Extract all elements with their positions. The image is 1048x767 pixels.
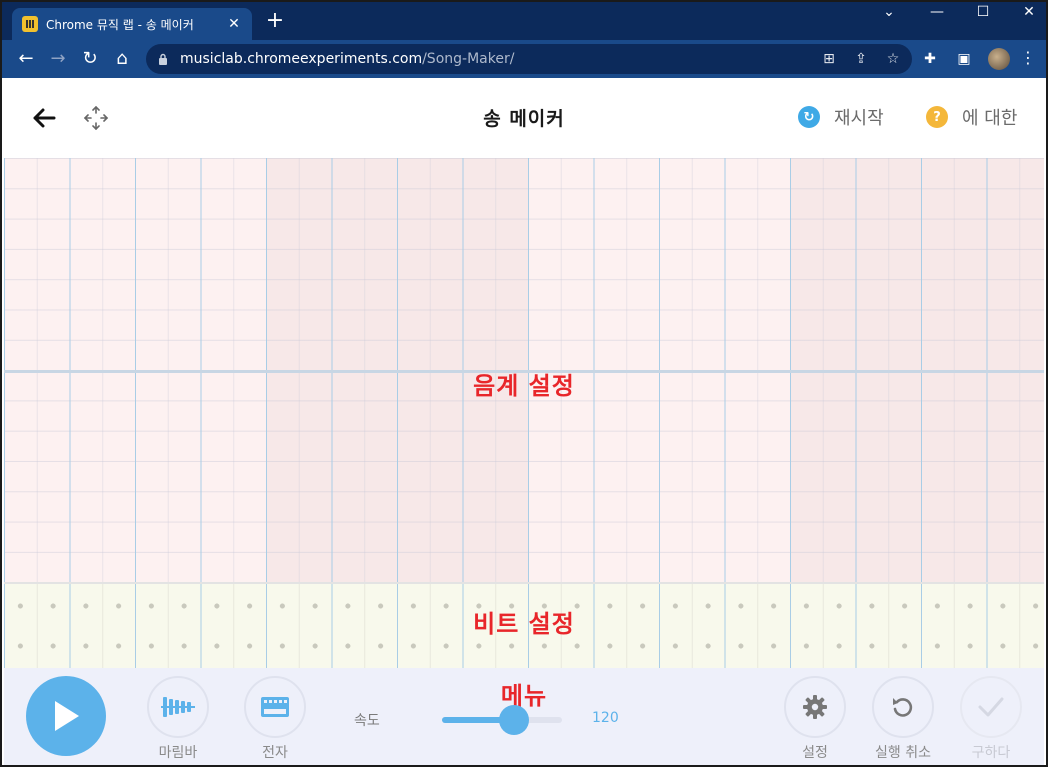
rhythm-grid[interactable]: 비트 설정 [4, 582, 1044, 668]
page-title: 송 메이커 [483, 108, 565, 130]
music-lab-favicon-icon [22, 16, 38, 32]
app-header: 송 메이커 ↻ 재시작 ? 에 대한 [2, 78, 1046, 158]
marimba-button[interactable] [147, 676, 209, 738]
rhythm-annotation: 비트 설정 [473, 610, 575, 638]
new-tab-icon[interactable]: + [264, 10, 286, 32]
browser-tab[interactable]: Chrome 뮤직 랩 - 송 메이커 ✕ [12, 8, 252, 40]
save-label: 구하다 [971, 745, 1011, 761]
play-icon [55, 701, 79, 731]
electronic-button[interactable] [244, 676, 306, 738]
profile-avatar[interactable] [988, 48, 1010, 70]
check-icon [978, 697, 1004, 717]
refresh-icon: ↻ [798, 106, 820, 128]
electronic-label: 전자 [262, 745, 288, 761]
browser-menu-icon[interactable]: ⋮ [1020, 48, 1036, 68]
undo-button[interactable] [872, 676, 934, 738]
slider-thumb[interactable] [499, 705, 529, 735]
tab-close-icon[interactable]: ✕ [226, 16, 242, 32]
home-icon[interactable]: ⌂ [112, 49, 132, 69]
gear-icon [803, 695, 827, 719]
forward-icon[interactable]: → [48, 49, 68, 69]
share-icon[interactable]: ⇪ [852, 50, 870, 68]
restart-button[interactable]: ↻ 재시작 [798, 104, 884, 130]
tempo-value: 120 [592, 710, 619, 726]
restart-label: 재시작 [834, 108, 884, 129]
lock-icon [159, 53, 167, 65]
undo-label: 실행 취소 [875, 745, 931, 761]
minimize-icon[interactable]: — [922, 4, 952, 20]
window-close-icon[interactable]: ✕ [1014, 4, 1044, 20]
about-button[interactable]: ? 에 대한 [926, 104, 1017, 130]
bookmark-star-icon[interactable]: ☆ [884, 50, 902, 68]
melody-annotation: 음계 설정 [473, 372, 575, 400]
marimba-label: 마림바 [158, 745, 198, 761]
melody-grid[interactable]: 음계 설정 [4, 158, 1044, 582]
tab-strip: Chrome 뮤직 랩 - 송 메이커 ✕ + ⌄ — ☐ ✕ [2, 2, 1046, 40]
translate-icon[interactable]: ⊞ [820, 50, 838, 68]
browser-toolbar: ← → ↻ ⌂ musiclab.chromeexperiments.com/S… [2, 40, 1046, 78]
about-label: 에 대한 [962, 108, 1018, 129]
play-button[interactable] [26, 676, 106, 756]
url-path: /Song-Maker/ [422, 51, 515, 67]
marimba-icon [161, 697, 195, 717]
url-host: musiclab.chromeexperiments.com [180, 51, 423, 67]
save-button[interactable] [960, 676, 1022, 738]
tab-title: Chrome 뮤직 랩 - 송 메이커 [46, 17, 194, 32]
settings-label: 설정 [802, 745, 828, 761]
keyboard-icon [261, 697, 289, 717]
browser-window: Chrome 뮤직 랩 - 송 메이커 ✕ + ⌄ — ☐ ✕ ← → ↻ ⌂ … [0, 0, 1048, 767]
tempo-label: 속도 [354, 713, 380, 729]
back-icon[interactable]: ← [16, 49, 36, 69]
reload-icon[interactable]: ↻ [80, 49, 100, 69]
undo-icon [893, 698, 913, 717]
settings-button[interactable] [784, 676, 846, 738]
question-icon: ? [926, 106, 948, 128]
menu-bar: 메뉴 마림바 전자 속도 120 설정 실행 취소 구하다 [4, 668, 1044, 765]
extensions-puzzle-icon[interactable]: ✚ [920, 49, 940, 69]
maximize-icon[interactable]: ☐ [968, 4, 998, 20]
address-bar[interactable]: musiclab.chromeexperiments.com/Song-Make… [146, 44, 912, 74]
side-panel-icon[interactable]: ▣ [954, 49, 974, 69]
chevron-down-icon[interactable]: ⌄ [874, 4, 904, 20]
tempo-slider[interactable] [442, 705, 562, 735]
